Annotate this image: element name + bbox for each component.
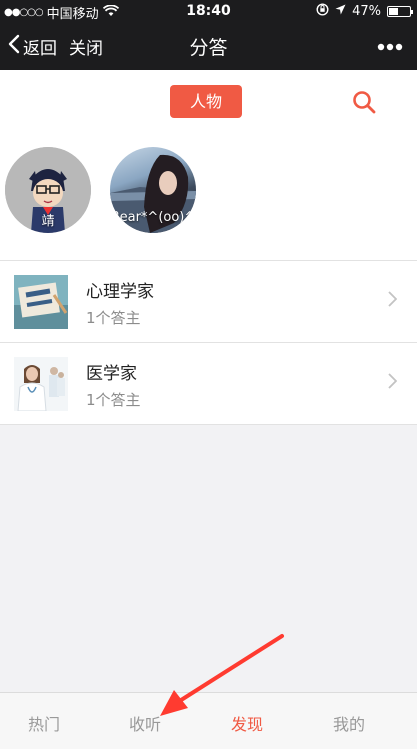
battery-icon bbox=[387, 6, 413, 17]
category-title: 医学家 bbox=[86, 364, 137, 384]
location-arrow-icon bbox=[335, 4, 346, 19]
category-thumbnail bbox=[14, 275, 68, 329]
status-bar-right: 47% bbox=[316, 3, 413, 20]
doctors-image bbox=[14, 357, 68, 411]
more-dots-icon bbox=[377, 36, 403, 55]
category-title: 心理学家 bbox=[86, 282, 154, 302]
category-list: 心理学家 1个答主 医学家 1个答主 bbox=[0, 260, 417, 425]
battery-percent: 47% bbox=[352, 4, 381, 19]
person-name: Bear*^(oo)^ bbox=[110, 210, 196, 225]
tab-listening[interactable]: 收听 bbox=[93, 711, 197, 735]
bottom-tab-bar: 热门 收听 发现 我的 bbox=[0, 692, 417, 749]
page-title: 分答 bbox=[189, 37, 228, 59]
search-button[interactable] bbox=[352, 90, 376, 118]
battery-fill bbox=[389, 8, 398, 15]
people-filter-tab[interactable]: 人物 bbox=[170, 85, 242, 118]
tab-mine[interactable]: 我的 bbox=[297, 711, 401, 735]
category-count: 1个答主 bbox=[86, 391, 141, 409]
nav-bar: 返回 关闭 分答 bbox=[0, 22, 417, 70]
psychology-sign-image bbox=[14, 275, 68, 329]
tab-discover[interactable]: 发现 bbox=[195, 711, 299, 735]
list-item[interactable]: 医学家 1个答主 bbox=[0, 343, 417, 425]
chevron-right-icon bbox=[388, 373, 398, 393]
rotation-lock-icon bbox=[316, 3, 329, 20]
tab-hot[interactable]: 热门 bbox=[0, 711, 96, 735]
search-icon bbox=[352, 91, 376, 118]
more-menu-button[interactable] bbox=[377, 36, 403, 55]
person-avatar[interactable]: Bear*^(oo)^ bbox=[110, 147, 196, 233]
person-avatar[interactable]: 靖 bbox=[5, 147, 91, 233]
person-name: 靖 bbox=[41, 214, 55, 229]
category-thumbnail bbox=[14, 357, 68, 411]
list-item[interactable]: 心理学家 1个答主 bbox=[0, 261, 417, 343]
status-bar: ●●○○○ 中国移动 18:40 47% bbox=[0, 0, 417, 22]
people-row: 靖 Bear*^(oo)^ bbox=[0, 132, 417, 260]
chevron-right-icon bbox=[388, 291, 398, 311]
filter-header: 人物 bbox=[0, 70, 417, 132]
category-count: 1个答主 bbox=[86, 309, 141, 327]
